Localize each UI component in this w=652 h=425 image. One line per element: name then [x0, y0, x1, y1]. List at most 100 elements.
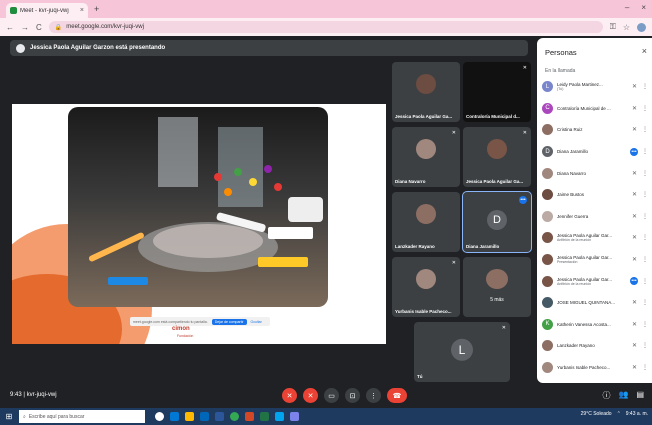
browser-tab[interactable]: Meet - kvr-juqi-vwj × [6, 3, 88, 18]
participant-more-options-icon[interactable]: ⋮ [642, 126, 648, 133]
participant-more-options-icon[interactable]: ⋮ [642, 321, 648, 328]
close-panel-button[interactable]: × [642, 46, 647, 56]
address-bar[interactable]: 🔒 meet.google.com/kvr-juqi-vwj [48, 21, 603, 33]
task-view-icon[interactable] [155, 412, 164, 421]
participant-more-options-icon[interactable]: ⋮ [642, 191, 648, 198]
mail-icon[interactable] [275, 412, 284, 421]
participant-row[interactable]: Jennifer Guerra ✕ ⋮ [537, 206, 652, 228]
participant-tile[interactable]: ✕ Diana Navarro [392, 127, 460, 187]
participant-row[interactable]: Jessica Paola Aguilar Gar... Anfitrión de… [537, 270, 652, 292]
leave-call-button[interactable]: ☎ [387, 388, 407, 403]
participant-tile-speaking[interactable]: ••• D Diana Jaramillo [462, 191, 532, 253]
participant-row[interactable]: Lanzkader Rayano ✕ ⋮ [537, 335, 652, 357]
participant-tile[interactable]: ✕ Contraloría Municipal d... [463, 62, 531, 122]
teams-icon[interactable] [290, 412, 299, 421]
meeting-control-bar: 9:43 | kvr-juqi-vwj ✕ ✕ ▭ ⊡ ⋮ ☎ ⓘ 👥 ▤ [0, 384, 652, 408]
participant-row-name: Yurbanis Isable Pacheco... [557, 365, 611, 371]
mic-off-icon: ✕ [451, 260, 456, 266]
in-call-section-label: En la llamada [545, 68, 576, 74]
camera-toggle-button[interactable]: ✕ [303, 388, 318, 403]
participant-tile[interactable]: Lanzkader Rayano [392, 192, 460, 252]
participant-row[interactable]: K Katherin Vanessa Acosta... ✕ ⋮ [537, 314, 652, 336]
participant-more-options-icon[interactable]: ⋮ [642, 299, 648, 306]
participant-row[interactable]: Yurbanis Isable Pacheco... ✕ ⋮ [537, 357, 652, 379]
weather-text[interactable]: 29°C Soleado [581, 411, 612, 417]
star-icon[interactable]: ☆ [623, 23, 630, 32]
info-icon[interactable]: ⓘ [602, 390, 610, 401]
tab-close-icon[interactable]: × [80, 7, 84, 14]
participant-name: Lanzkader Rayano [395, 244, 435, 249]
participant-more-options-icon[interactable]: ⋮ [642, 234, 648, 241]
participant-tile[interactable]: Jessica Paola Aguilar Ga... [392, 62, 460, 122]
participant-tile[interactable]: ✕ Yurbanis Isable Pacheco... [392, 257, 460, 317]
captions-button[interactable]: ▭ [324, 388, 339, 403]
participant-name: Yurbanis Isable Pacheco... [395, 309, 452, 314]
minimize-button[interactable]: – [625, 3, 629, 12]
new-tab-button[interactable]: + [94, 4, 99, 14]
participant-photo [487, 139, 507, 159]
participant-row[interactable]: Jessica Paola Aguilar Gar... Anfitrión de… [537, 227, 652, 249]
forward-button[interactable]: → [21, 23, 29, 32]
participant-row[interactable]: Diana Navarro ✕ ⋮ [537, 162, 652, 184]
participant-more-options-icon[interactable]: ⋮ [642, 342, 648, 349]
mic-off-icon: ✕ [631, 127, 638, 134]
participant-tile[interactable]: ✕ Jessica Paola Aguilar Ga... [463, 127, 531, 187]
chat-icon[interactable]: ▤ [636, 390, 644, 401]
clock-text[interactable]: 9:43 a. m. [626, 411, 648, 417]
mic-off-icon: ✕ [631, 235, 638, 242]
network-icon[interactable]: ⌃ [617, 411, 621, 417]
participant-row[interactable]: Cristina Ruiz ✕ ⋮ [537, 119, 652, 141]
edge-icon[interactable] [170, 412, 179, 421]
presenting-banner: Jessica Paola Aguilar Garzon está presen… [10, 40, 528, 56]
back-button[interactable]: ← [6, 23, 14, 32]
participant-more-options-icon[interactable]: ⋮ [642, 278, 648, 285]
participant-more-options-icon[interactable]: ⋮ [642, 213, 648, 220]
participant-text: Diana Jaramillo [557, 149, 626, 154]
reload-button[interactable]: C [36, 23, 42, 32]
toolbar-right: ⚿ ☆ [610, 22, 646, 32]
close-window-button[interactable]: × [641, 3, 646, 12]
excel-icon[interactable] [260, 412, 269, 421]
present-button[interactable]: ⊡ [345, 388, 360, 403]
store-icon[interactable] [200, 412, 209, 421]
participant-more-options-icon[interactable]: ⋮ [642, 83, 648, 90]
speaking-indicator-icon: ••• [519, 196, 527, 204]
screen: Meet - kvr-juqi-vwj × + – × ← → C 🔒 meet… [0, 0, 652, 425]
participant-row[interactable]: JOSE MIGUEL QUINTANA... ✕ ⋮ [537, 292, 652, 314]
participant-more-options-icon[interactable]: ⋮ [642, 364, 648, 371]
people-icon[interactable]: 👥 [618, 390, 628, 401]
participant-more-options-icon[interactable]: ⋮ [642, 148, 648, 155]
participant-more-options-icon[interactable]: ⋮ [642, 170, 648, 177]
windows-taskbar: ⊞ ⌕ Escribe aquí para buscar 29°C Solead… [0, 408, 652, 425]
hide-notice-button[interactable]: Ocultar [251, 320, 262, 324]
word-icon[interactable] [215, 412, 224, 421]
more-participants-tile[interactable]: 5 más [463, 257, 531, 317]
taskbar-search[interactable]: ⌕ Escribe aquí para buscar [19, 410, 145, 423]
mic-off-icon: ✕ [522, 130, 527, 136]
file-explorer-icon[interactable] [185, 412, 194, 421]
windows-start-icon[interactable]: ⊞ [0, 408, 18, 425]
participant-row[interactable]: C Contraloría Municipal de ... ✕ ⋮ [537, 98, 652, 120]
participant-more-options-icon[interactable]: ⋮ [642, 256, 648, 263]
pinned-apps [155, 412, 299, 421]
participant-photos-stack [486, 269, 508, 289]
powerpoint-icon[interactable] [245, 412, 254, 421]
participant-more-options-icon[interactable]: ⋮ [642, 105, 648, 112]
mic-toggle-button[interactable]: ✕ [282, 388, 297, 403]
participant-initial: D [487, 210, 507, 230]
participant-photo [416, 74, 436, 94]
profile-avatar[interactable] [637, 22, 646, 32]
chrome-icon[interactable] [230, 412, 239, 421]
participant-row[interactable]: Jessica Paola Aguilar Gar... Presentación… [537, 249, 652, 271]
stop-sharing-button[interactable]: Dejar de compartir [211, 318, 247, 325]
self-tile[interactable]: ✕ L Tú [414, 322, 510, 382]
key-icon[interactable]: ⚿ [610, 22, 616, 32]
participant-row[interactable]: Jaime Bustos ✕ ⋮ [537, 184, 652, 206]
url-text: meet.google.com/kvr-juqi-vwj [66, 24, 144, 30]
mic-off-icon: ✕ [631, 365, 638, 372]
more-options-button[interactable]: ⋮ [366, 388, 381, 403]
presenting-text: Jessica Paola Aguilar Garzon está presen… [30, 45, 166, 51]
meeting-time: 9:43 [10, 392, 22, 398]
participant-row[interactable]: D Diana Jaramillo ••• ⋮ [537, 141, 652, 163]
participant-row[interactable]: L Leidy Paola Martinez... (Tú) ✕ ⋮ [537, 76, 652, 98]
